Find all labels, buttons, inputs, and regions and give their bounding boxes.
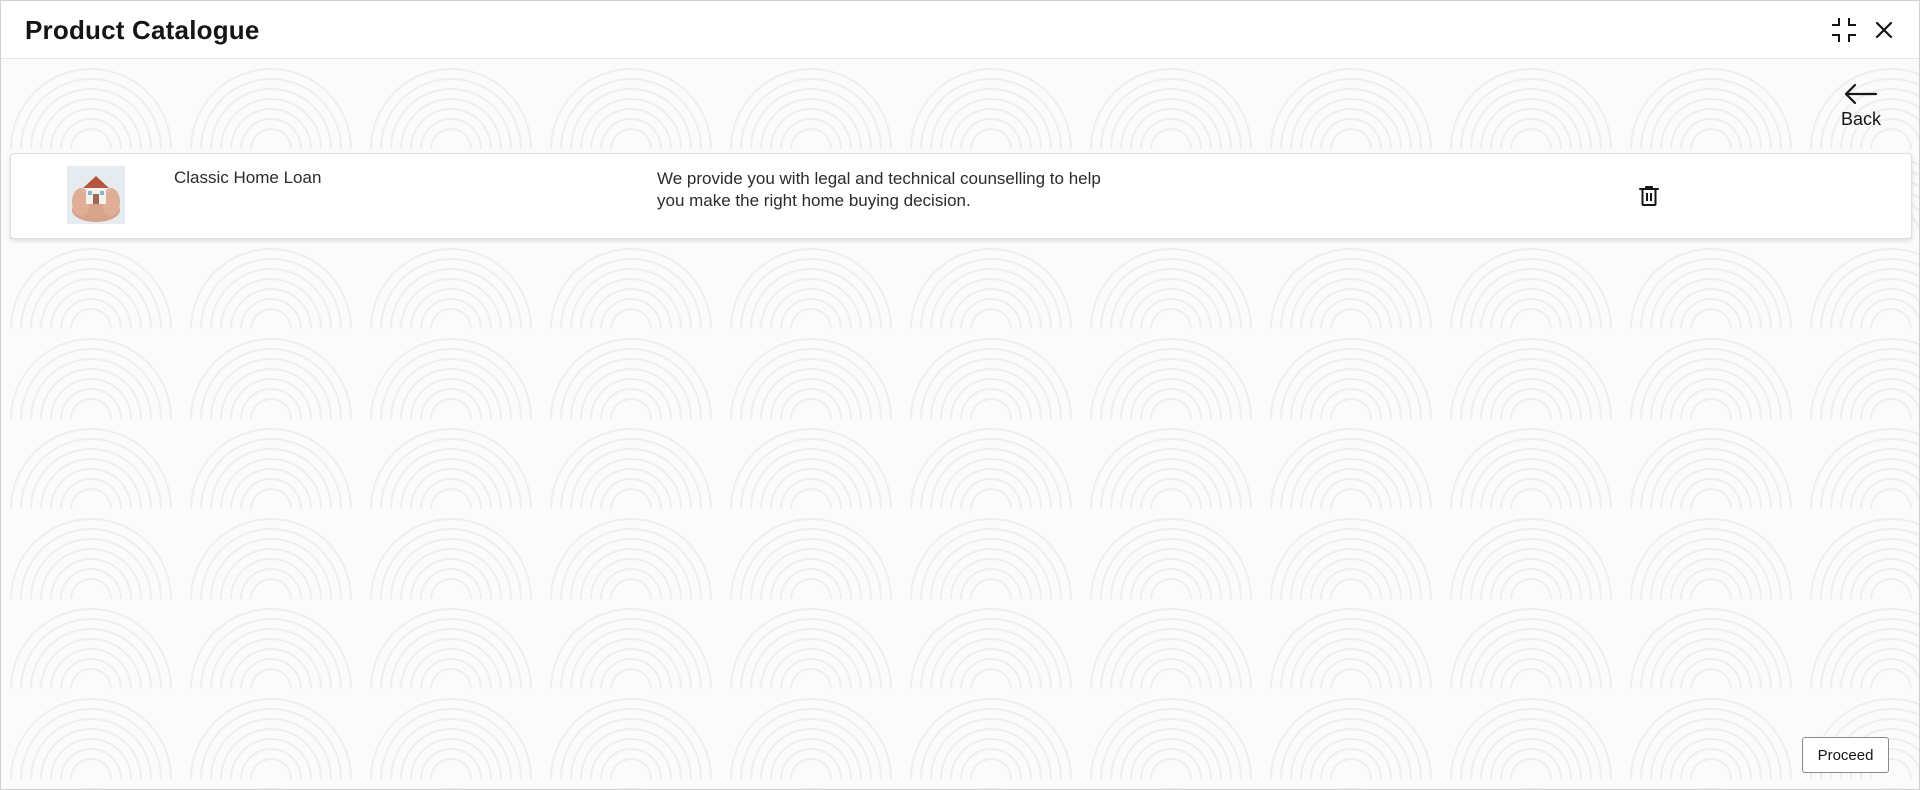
product-catalogue-dialog: Product Catalogue Back Classic Home Loan… xyxy=(0,0,1920,790)
proceed-button[interactable]: Proceed xyxy=(1802,737,1889,773)
back-label: Back xyxy=(1840,109,1882,129)
close-icon[interactable] xyxy=(1869,15,1899,45)
product-name: Classic Home Loan xyxy=(174,168,322,187)
dialog-header: Product Catalogue xyxy=(1,1,1919,59)
house-in-hands-image xyxy=(67,166,125,224)
back-button[interactable]: Back xyxy=(1831,83,1891,141)
page-title: Product Catalogue xyxy=(25,15,260,45)
trash-icon[interactable] xyxy=(1637,184,1661,208)
product-description: We provide you with legal and technical … xyxy=(657,169,1101,210)
product-row[interactable]: Classic Home Loan We provide you with le… xyxy=(10,153,1912,239)
compress-icon[interactable] xyxy=(1829,15,1859,45)
arrow-left-icon xyxy=(1844,83,1878,105)
